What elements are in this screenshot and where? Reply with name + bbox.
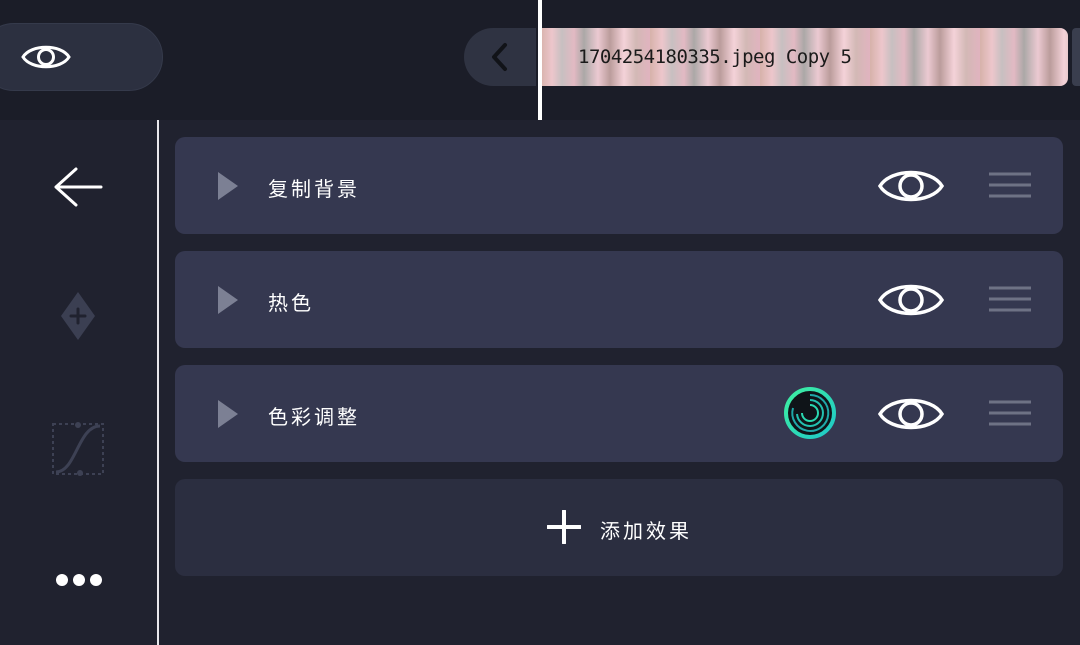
chevron-left-icon (492, 43, 507, 71)
clip-title: 1704254180335.jpeg Copy 5 (578, 46, 852, 68)
sidebar-divider (157, 120, 159, 645)
processing-spinner-icon (784, 387, 836, 439)
timeline-back-button[interactable] (464, 28, 536, 86)
eye-icon[interactable] (877, 392, 945, 436)
media-clip[interactable]: 1704254180335.jpeg Copy 5 (540, 28, 1068, 86)
tool-sidebar (0, 120, 157, 645)
effect-label: 热色 (268, 291, 314, 315)
drag-handle-icon[interactable] (988, 171, 1032, 199)
effect-label: 复制背景 (268, 177, 360, 201)
drag-handle-icon[interactable] (988, 285, 1032, 313)
editor-effects-screen: 1704254180335.jpeg Copy 5 复制背景 热色 色彩调整 添… (0, 0, 1080, 645)
effect-item[interactable]: 色彩调整 (175, 365, 1063, 462)
keyframe-add-icon[interactable] (58, 290, 98, 342)
arrow-left-icon[interactable] (52, 166, 104, 208)
drag-handle-icon[interactable] (988, 399, 1032, 427)
eye-icon[interactable] (877, 164, 945, 208)
add-effect-button[interactable]: 添加效果 (175, 479, 1063, 576)
next-clip-edge[interactable] (1072, 28, 1080, 86)
add-effect-label: 添加效果 (600, 519, 692, 543)
expand-triangle-icon[interactable] (215, 284, 241, 316)
plus-icon (547, 510, 581, 544)
eye-icon[interactable] (877, 278, 945, 322)
effect-item[interactable]: 复制背景 (175, 137, 1063, 234)
effect-item[interactable]: 热色 (175, 251, 1063, 348)
expand-triangle-icon[interactable] (215, 398, 241, 430)
expand-triangle-icon[interactable] (215, 170, 241, 202)
eye-icon (21, 45, 71, 69)
playhead[interactable] (538, 0, 542, 120)
toggle-visibility-button[interactable] (0, 23, 163, 91)
bezier-curve-icon[interactable] (50, 420, 106, 478)
effect-label: 色彩调整 (268, 405, 360, 429)
more-horizontal-icon[interactable] (54, 572, 104, 588)
timeline-bar: 1704254180335.jpeg Copy 5 (0, 0, 1080, 120)
